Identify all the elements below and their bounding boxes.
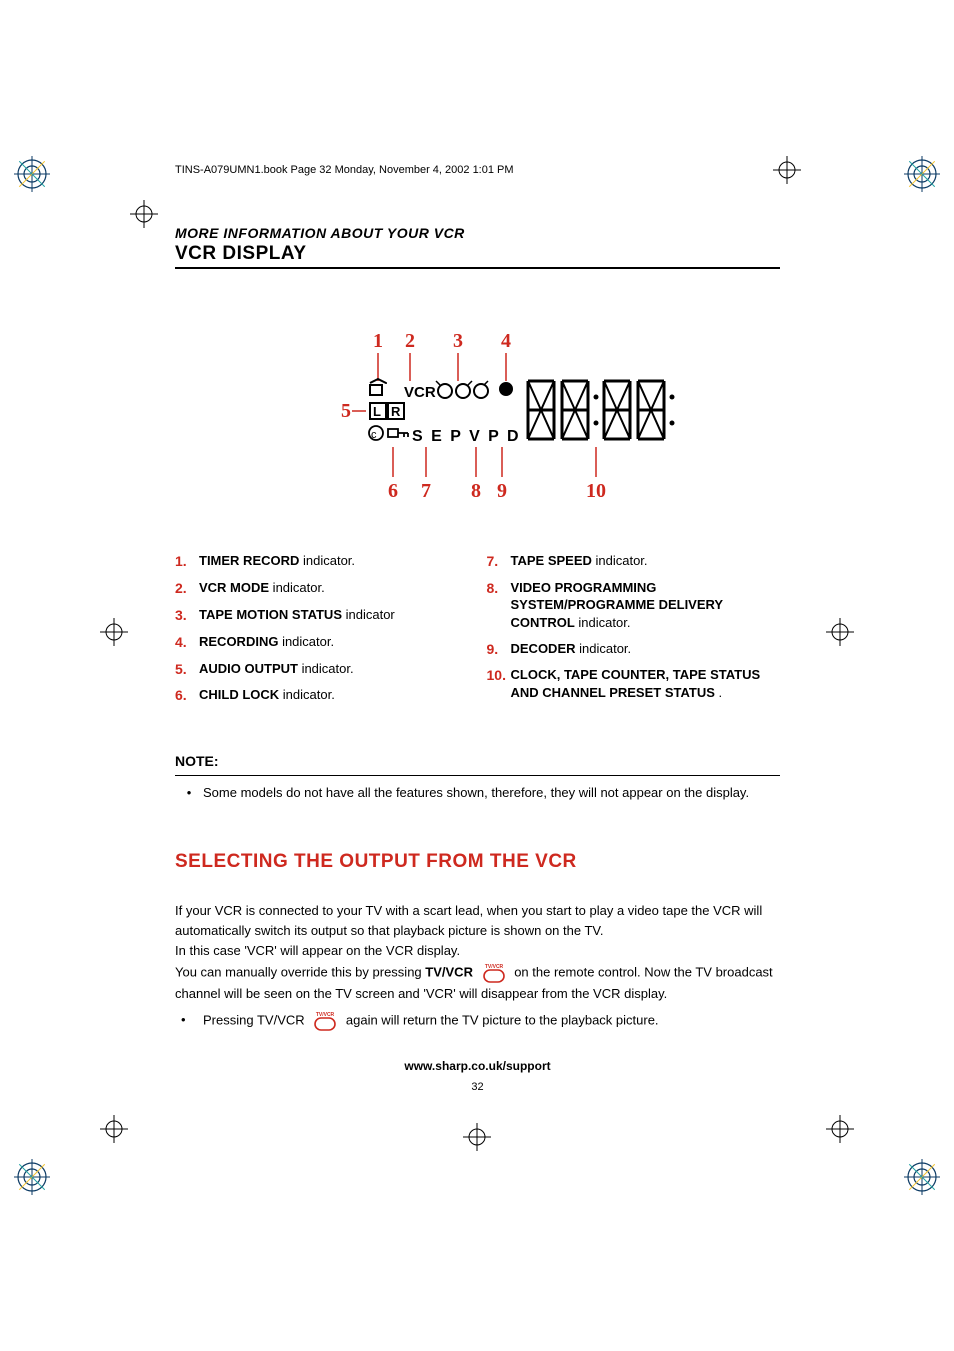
tv-vcr-button-icon: TV/VCR [479,962,509,984]
svg-text:VCR: VCR [404,384,436,401]
crosshair-icon [826,618,854,646]
bullet-icon: • [175,1010,203,1032]
paragraph: You can manually override this by pressi… [175,962,780,1004]
callout-2: 2 [405,330,415,352]
list-item: 4.RECORDING indicator. [175,633,469,652]
registration-mark-icon [14,156,50,192]
tv-vcr-button-icon: TV/VCR [310,1010,340,1032]
callout-5: 5 [341,400,351,422]
callout-1: 1 [373,330,383,352]
page-number: 32 [175,1081,780,1093]
registration-mark-icon [904,156,940,192]
callout-9: 9 [497,480,507,502]
callout-3: 3 [453,330,463,352]
vcr-display-diagram: 1 2 3 4 5 [175,329,780,524]
callout-4: 4 [501,330,511,352]
crosshair-icon [826,1115,854,1143]
content-area: MORE INFORMATION ABOUT YOUR VCR VCR DISP… [175,225,780,1032]
note-heading: NOTE: [175,753,780,769]
list-item: 7.TAPE SPEED indicator. [487,552,781,571]
divider [175,775,780,776]
crosshair-icon [100,1115,128,1143]
indicator-list-left: 1.TIMER RECORD indicator. 2.VCR MODE ind… [175,552,469,713]
page: TINS-A079UMN1.book Page 32 Monday, Novem… [0,0,954,1351]
svg-text:TV/VCR: TV/VCR [316,1012,335,1018]
section-title: VCR DISPLAY [175,243,780,265]
divider [175,267,780,269]
section-heading-output: SELECTING THE OUTPUT FROM THE VCR [175,851,780,873]
bullet-line: • Pressing TV/VCR TV/VCR again will retu… [175,1010,780,1032]
note-body: • Some models do not have all the featur… [175,784,780,803]
list-item: 3.TAPE MOTION STATUS indicator [175,606,469,625]
bullet-icon: • [175,784,203,803]
svg-text:R: R [391,404,401,419]
registration-mark-icon [904,1159,940,1195]
callout-7: 7 [421,480,431,502]
crosshair-icon [773,156,801,184]
indicator-list-right: 7.TAPE SPEED indicator. 8.VIDEO PROGRAMM… [487,552,781,713]
list-item: 6.CHILD LOCK indicator. [175,686,469,705]
svg-text:L: L [373,404,381,419]
list-item: 8.VIDEO PROGRAMMING SYSTEM/PROGRAMME DEL… [487,579,781,632]
callout-10: 10 [586,480,606,502]
svg-text:TV/VCR: TV/VCR [484,964,503,970]
section-header: MORE INFORMATION ABOUT YOUR VCR [175,225,780,241]
indicator-list: 1.TIMER RECORD indicator. 2.VCR MODE ind… [175,552,780,713]
list-item: 10.CLOCK, TAPE COUNTER, TAPE STATUS AND … [487,666,781,701]
callout-8: 8 [471,480,481,502]
svg-text:S E P V P D: S E P V P D [412,428,521,445]
crosshair-icon [463,1123,491,1151]
crosshair-icon [100,618,128,646]
page-footer: www.sharp.co.uk/support 32 [175,1059,780,1093]
list-item: 2.VCR MODE indicator. [175,579,469,598]
list-item: 1.TIMER RECORD indicator. [175,552,469,571]
registration-mark-icon [14,1159,50,1195]
paragraph: If your VCR is connected to your TV with… [175,901,780,941]
svg-text:c: c [371,429,377,441]
book-header: TINS-A079UMN1.book Page 32 Monday, Novem… [175,164,514,176]
footer-url: www.sharp.co.uk/support [175,1059,780,1073]
list-item: 9.DECODER indicator. [487,640,781,659]
callout-6: 6 [388,480,398,502]
crosshair-icon [130,200,158,228]
paragraph: In this case 'VCR' will appear on the VC… [175,941,780,961]
list-item: 5.AUDIO OUTPUT indicator. [175,660,469,679]
